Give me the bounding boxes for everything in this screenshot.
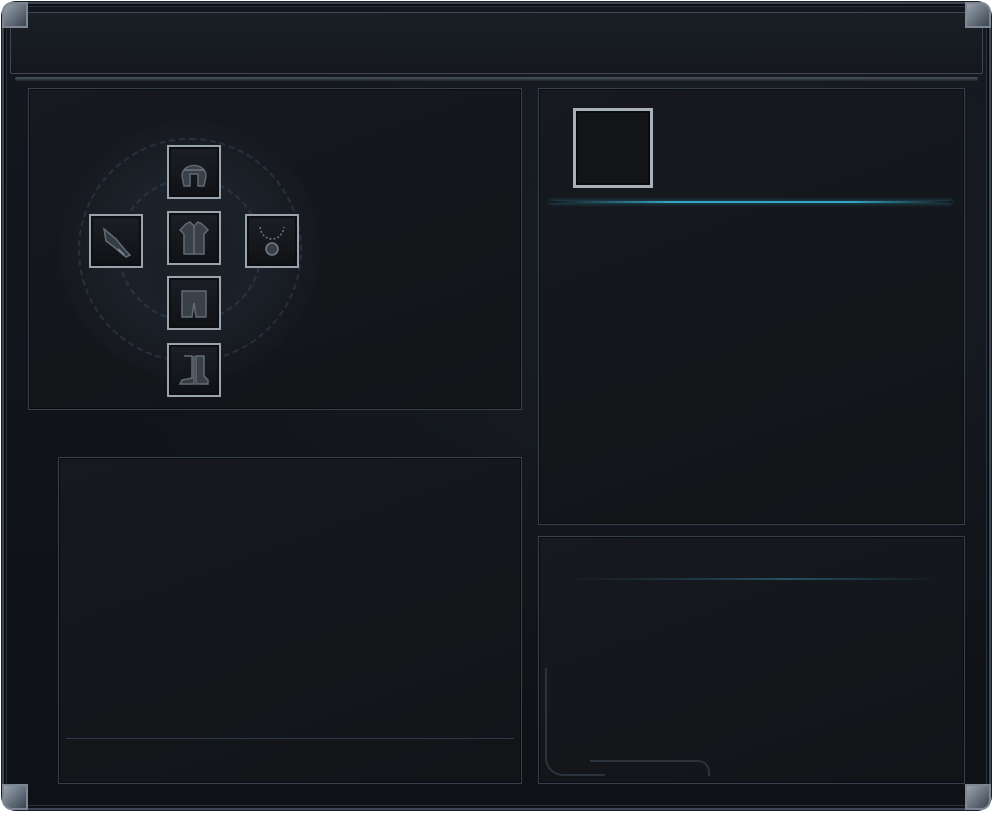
helmet-slot[interactable] bbox=[167, 145, 221, 199]
stats-panel bbox=[58, 457, 522, 784]
weapon-slot[interactable] bbox=[89, 214, 143, 268]
amulet-slot[interactable] bbox=[245, 214, 299, 268]
frame-corner-top-right bbox=[965, 2, 991, 28]
boots-icon bbox=[178, 355, 209, 385]
window-header-bar bbox=[10, 12, 983, 81]
frame-corner-bottom-left bbox=[2, 784, 28, 810]
helmet-icon bbox=[181, 164, 207, 187]
chest-armor-icon bbox=[178, 221, 210, 255]
leg-armor-icon bbox=[181, 290, 207, 318]
weapon-icon bbox=[102, 227, 132, 258]
leg-armor-slot[interactable] bbox=[167, 276, 221, 330]
amulet-icon bbox=[259, 226, 285, 256]
boots-slot[interactable] bbox=[167, 343, 221, 397]
detail-divider bbox=[550, 201, 952, 203]
stats-panel-divider bbox=[66, 738, 514, 739]
frame-corner-top-left bbox=[2, 2, 28, 28]
description-divider bbox=[560, 578, 940, 580]
item-preview-slot[interactable] bbox=[573, 108, 653, 188]
chest-armor-slot[interactable] bbox=[167, 211, 221, 265]
panel-ornament-bottom bbox=[590, 760, 710, 776]
frame-corner-bottom-right bbox=[965, 784, 991, 810]
